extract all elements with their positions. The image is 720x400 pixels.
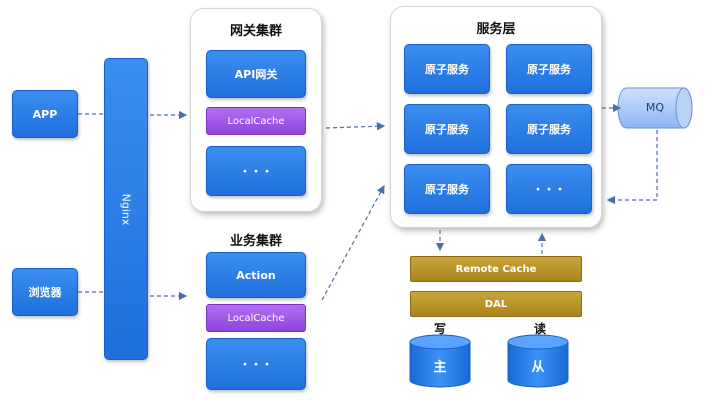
arrow-business-service — [321, 184, 385, 301]
arrow-gateway-service — [325, 122, 386, 131]
master-db-label: 主 — [433, 360, 447, 375]
diagram-connectors — [78, 87, 693, 388]
mq-label: MQ — [645, 101, 665, 114]
arrow-mq-service — [606, 130, 658, 205]
slave-db-label: 从 — [531, 360, 545, 375]
